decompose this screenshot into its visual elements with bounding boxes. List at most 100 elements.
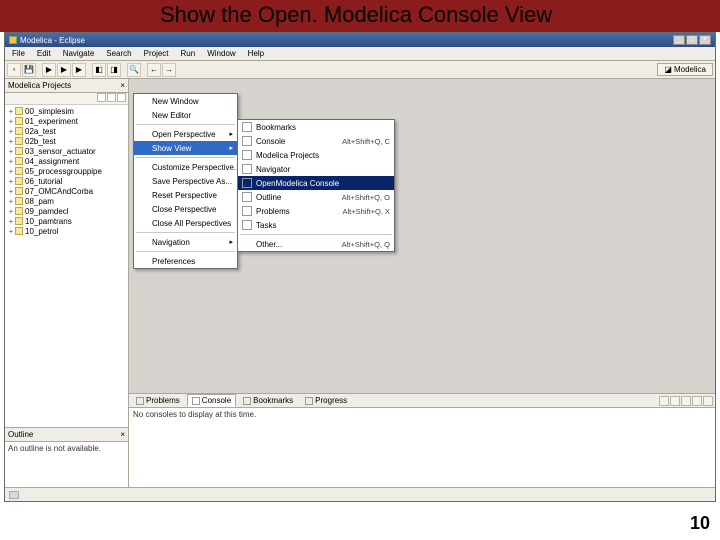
window-menu-dropdown: New Window New Editor Open Perspective▸ …	[133, 93, 238, 269]
menu-file[interactable]: File	[7, 48, 30, 59]
tab-progress[interactable]: Progress	[300, 394, 352, 407]
folder-icon	[15, 197, 23, 205]
bookmark-icon	[243, 397, 251, 405]
tree-item[interactable]: +06_tutorial	[5, 176, 128, 186]
menu-close-perspective[interactable]: Close Perspective	[134, 202, 237, 216]
tree-item[interactable]: +04_assignment	[5, 156, 128, 166]
view-other[interactable]: Other...Alt+Shift+Q, Q	[238, 237, 394, 251]
view-openmodelica-console[interactable]: OpenModelica Console	[238, 176, 394, 190]
display-console-icon[interactable]	[670, 396, 680, 406]
close-button[interactable]: ×	[699, 35, 711, 45]
menu-open-perspective[interactable]: Open Perspective▸	[134, 127, 237, 141]
collapse-all-icon[interactable]	[97, 93, 106, 102]
new-class-button[interactable]: ◧	[92, 63, 106, 77]
menu-preferences[interactable]: Preferences	[134, 254, 237, 268]
menu-run[interactable]: Run	[176, 48, 201, 59]
pin-console-icon[interactable]	[659, 396, 669, 406]
link-editor-icon[interactable]	[107, 93, 116, 102]
window-title: Modelica - Eclipse	[20, 36, 85, 45]
tree-item[interactable]: +03_sensor_actuator	[5, 146, 128, 156]
view-menu-icon[interactable]	[117, 93, 126, 102]
tree-item[interactable]: +02b_test	[5, 136, 128, 146]
minimize-button[interactable]: _	[673, 35, 685, 45]
status-icon[interactable]	[9, 491, 19, 499]
view-tasks[interactable]: Tasks	[238, 218, 394, 232]
tree-item[interactable]: +09_pamdecl	[5, 206, 128, 216]
perspective-switcher[interactable]: ◪ Modelica	[657, 63, 713, 76]
projects-tree[interactable]: +00_simplesim +01_experiment +02a_test +…	[5, 105, 128, 427]
ext-tools-button[interactable]: ▶	[72, 63, 86, 77]
omc-console-icon	[242, 178, 252, 188]
menu-close-all-perspectives[interactable]: Close All Perspectives	[134, 216, 237, 230]
folder-icon	[15, 167, 23, 175]
menu-navigate[interactable]: Navigate	[58, 48, 100, 59]
run-button[interactable]: ▶	[57, 63, 71, 77]
back-button[interactable]: ←	[147, 63, 161, 77]
tree-item[interactable]: +10_petrol	[5, 226, 128, 236]
slide-title: Show the Open. Modelica Console View	[160, 2, 552, 28]
menu-save-perspective-as[interactable]: Save Perspective As...	[134, 174, 237, 188]
menu-edit[interactable]: Edit	[32, 48, 56, 59]
outline-icon	[242, 192, 252, 202]
menu-show-view[interactable]: Show View▸	[134, 141, 237, 155]
save-button[interactable]: 💾	[22, 63, 36, 77]
maximize-button[interactable]: □	[686, 35, 698, 45]
menu-window[interactable]: Window	[202, 48, 240, 59]
tab-bookmarks[interactable]: Bookmarks	[238, 394, 298, 407]
submenu-arrow-icon: ▸	[229, 130, 233, 138]
tree-item[interactable]: +05_processgrouppipe	[5, 166, 128, 176]
projects-view-tab[interactable]: Modelica Projects ×	[5, 79, 128, 93]
debug-button[interactable]: ▶	[42, 63, 56, 77]
statusbar	[5, 487, 715, 501]
open-console-icon[interactable]	[681, 396, 691, 406]
console-body[interactable]: No consoles to display at this time.	[129, 408, 715, 487]
tree-item[interactable]: +10_pamtrans	[5, 216, 128, 226]
view-outline[interactable]: OutlineAlt+Shift+Q, O	[238, 190, 394, 204]
folder-icon	[15, 147, 23, 155]
tree-item[interactable]: +08_pam	[5, 196, 128, 206]
menu-customize-perspective[interactable]: Customize Perspective...	[134, 160, 237, 174]
perspective-icon: ◪	[664, 65, 672, 74]
progress-icon	[305, 397, 313, 405]
problems-icon	[242, 206, 252, 216]
minimize-view-icon[interactable]	[692, 396, 702, 406]
tree-item[interactable]: +07_OMCAndCorba	[5, 186, 128, 196]
menu-help[interactable]: Help	[243, 48, 269, 59]
new-pkg-button[interactable]: ◨	[107, 63, 121, 77]
menu-project[interactable]: Project	[139, 48, 174, 59]
outline-view-tab[interactable]: Outline ×	[5, 428, 128, 442]
projects-view-toolbar	[5, 93, 128, 105]
tree-item[interactable]: +01_experiment	[5, 116, 128, 126]
view-modelica-projects[interactable]: Modelica Projects	[238, 148, 394, 162]
tree-item[interactable]: +00_simplesim	[5, 106, 128, 116]
folder-icon	[15, 217, 23, 225]
tab-console[interactable]: Console	[187, 394, 236, 407]
forward-button[interactable]: →	[162, 63, 176, 77]
close-icon[interactable]: ×	[120, 430, 125, 439]
view-bookmarks[interactable]: Bookmarks	[238, 120, 394, 134]
search-button[interactable]: 🔍	[127, 63, 141, 77]
submenu-arrow-icon: ▸	[229, 238, 233, 246]
close-icon[interactable]: ×	[120, 81, 125, 90]
tab-problems[interactable]: Problems	[131, 394, 185, 407]
workarea: New Window New Editor Open Perspective▸ …	[5, 79, 715, 487]
projects-tab-label: Modelica Projects	[8, 81, 71, 90]
bottom-tabs: Problems Console Bookmarks Progress	[129, 394, 715, 408]
eclipse-window: Modelica - Eclipse _ □ × File Edit Navig…	[4, 32, 716, 502]
new-button[interactable]: ▫	[7, 63, 21, 77]
menu-navigation[interactable]: Navigation▸	[134, 235, 237, 249]
menu-new-window[interactable]: New Window	[134, 94, 237, 108]
folder-icon	[15, 207, 23, 215]
menu-search[interactable]: Search	[101, 48, 136, 59]
view-problems[interactable]: ProblemsAlt+Shift+Q, X	[238, 204, 394, 218]
maximize-view-icon[interactable]	[703, 396, 713, 406]
view-navigator[interactable]: Navigator	[238, 162, 394, 176]
view-console[interactable]: ConsoleAlt+Shift+Q, C	[238, 134, 394, 148]
window-titlebar[interactable]: Modelica - Eclipse _ □ ×	[5, 33, 715, 47]
menu-reset-perspective[interactable]: Reset Perspective	[134, 188, 237, 202]
tree-item[interactable]: +02a_test	[5, 126, 128, 136]
outline-tab-label: Outline	[8, 430, 33, 439]
app-icon	[9, 36, 17, 44]
console-icon	[242, 136, 252, 146]
menu-new-editor[interactable]: New Editor	[134, 108, 237, 122]
